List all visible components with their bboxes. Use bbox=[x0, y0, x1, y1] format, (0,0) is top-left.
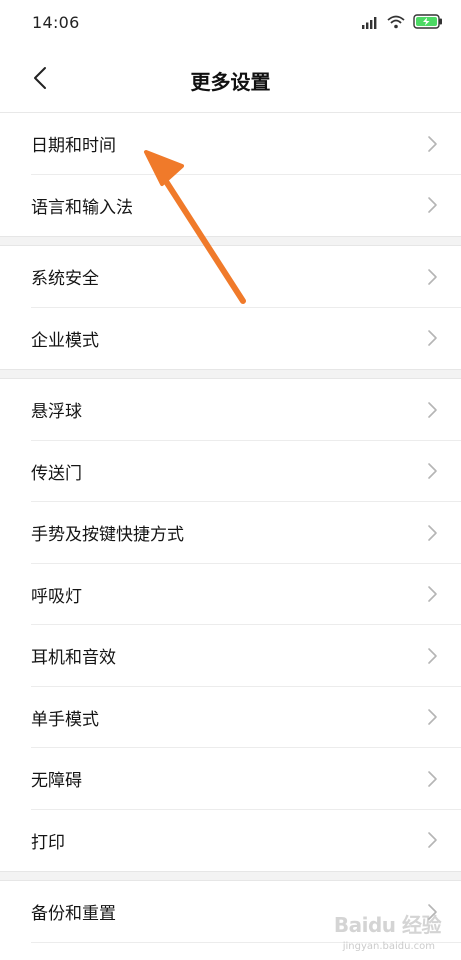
settings-item-portal[interactable]: 传送门 bbox=[0, 441, 461, 502]
chevron-right-icon bbox=[427, 268, 439, 286]
chevron-right-icon bbox=[427, 770, 439, 788]
settings-item-accessibility[interactable]: 无障碍 bbox=[0, 748, 461, 810]
baidu-watermark-url: jingyan.baidu.com bbox=[342, 941, 435, 952]
settings-item-headphones-audio[interactable]: 耳机和音效 bbox=[0, 625, 461, 687]
settings-item-label: 日期和时间 bbox=[31, 136, 116, 157]
settings-item-date-time[interactable]: 日期和时间 bbox=[0, 113, 461, 175]
settings-item-label: 企业模式 bbox=[31, 330, 99, 351]
settings-item-label: 传送门 bbox=[31, 463, 82, 484]
chevron-right-icon bbox=[427, 647, 439, 665]
status-icons bbox=[361, 14, 443, 33]
page-title: 更多设置 bbox=[190, 70, 271, 94]
settings-item-label: 单手模式 bbox=[31, 709, 99, 730]
settings-item-label: 耳机和音效 bbox=[31, 648, 116, 669]
settings-item-language-input[interactable]: 语言和输入法 bbox=[0, 175, 461, 237]
header: 更多设置 bbox=[0, 48, 461, 112]
settings-item-floating-ball[interactable]: 悬浮球 bbox=[0, 379, 461, 441]
chevron-right-icon bbox=[427, 524, 439, 542]
status-bar: 14:06 bbox=[0, 0, 461, 48]
signal-icon bbox=[361, 14, 379, 33]
settings-item-label: 手势及按键快捷方式 bbox=[31, 525, 184, 546]
chevron-right-icon bbox=[427, 196, 439, 214]
chevron-right-icon bbox=[427, 135, 439, 153]
settings-group-1: 日期和时间 语言和输入法 bbox=[0, 113, 461, 236]
settings-item-one-handed-mode[interactable]: 单手模式 bbox=[0, 687, 461, 748]
section-gap bbox=[0, 236, 461, 246]
section-gap bbox=[0, 369, 461, 379]
settings-item-print[interactable]: 打印 bbox=[0, 810, 461, 872]
chevron-right-icon bbox=[427, 708, 439, 726]
settings-item-label: 语言和输入法 bbox=[31, 197, 133, 218]
chevron-right-icon bbox=[427, 401, 439, 419]
settings-item-system-security[interactable]: 系统安全 bbox=[0, 246, 461, 308]
settings-item-label: 呼吸灯 bbox=[31, 586, 82, 607]
settings-item-label: 打印 bbox=[31, 832, 65, 853]
settings-group-2: 系统安全 企业模式 bbox=[0, 246, 461, 369]
chevron-right-icon bbox=[427, 329, 439, 347]
settings-group-3: 悬浮球 传送门 手势及按键快捷方式 呼吸灯 耳机和音效 单手模式 无障碍 打印 bbox=[0, 379, 461, 871]
baidu-watermark: Baidu 经验 bbox=[333, 913, 442, 937]
settings-item-label: 悬浮球 bbox=[31, 402, 82, 423]
chevron-right-icon bbox=[427, 585, 439, 603]
chevron-right-icon bbox=[427, 831, 439, 849]
chevron-right-icon bbox=[427, 462, 439, 480]
settings-item-enterprise-mode[interactable]: 企业模式 bbox=[0, 308, 461, 370]
settings-item-label: 系统安全 bbox=[31, 269, 99, 290]
settings-item-label: 无障碍 bbox=[31, 771, 82, 792]
settings-item-label: 备份和重置 bbox=[31, 904, 116, 925]
settings-item-breathing-light[interactable]: 呼吸灯 bbox=[0, 564, 461, 625]
settings-item-gesture-shortcuts[interactable]: 手势及按键快捷方式 bbox=[0, 502, 461, 564]
battery-charging-icon bbox=[413, 14, 443, 33]
section-gap bbox=[0, 871, 461, 881]
status-time: 14:06 bbox=[32, 13, 80, 32]
wifi-icon bbox=[387, 14, 405, 33]
